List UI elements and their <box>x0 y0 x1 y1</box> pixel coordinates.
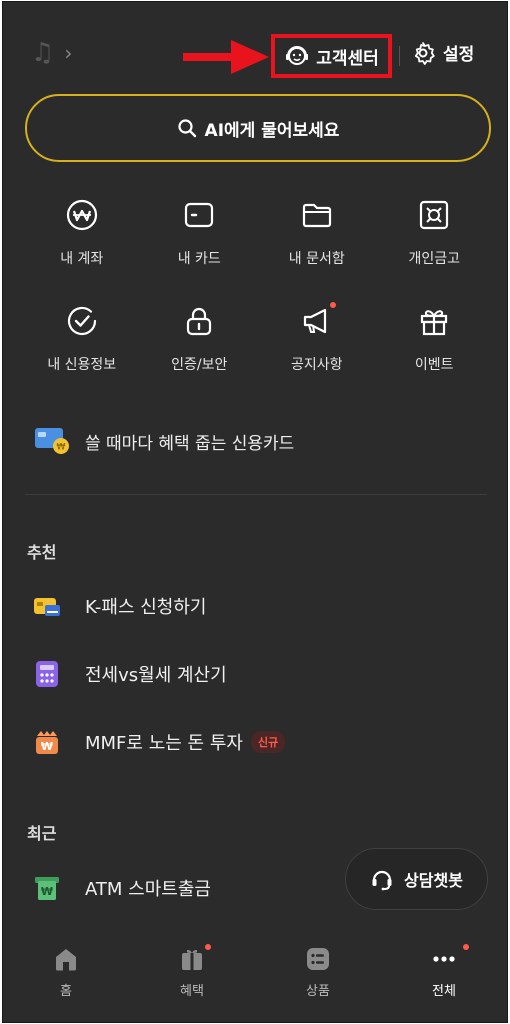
menu-label: 내 문서함 <box>288 251 345 267</box>
menu-events[interactable]: 이벤트 <box>376 304 494 410</box>
red-arrow-annotation <box>183 40 269 74</box>
nav-benefits[interactable]: 혜택 <box>129 930 255 1022</box>
search-icon <box>177 119 196 138</box>
nav-home[interactable]: 홈 <box>3 930 129 1022</box>
headset-icon <box>372 870 392 891</box>
megaphone-icon <box>303 308 326 334</box>
list-item-label: K-패스 신청하기 <box>85 597 207 618</box>
menu-credit-info[interactable]: 내 신용정보 <box>23 304 141 410</box>
nav-label: 홈 <box>60 984 72 999</box>
notification-dot <box>463 944 469 950</box>
list-item-label: ATM 스마트출금 <box>85 879 211 900</box>
gear-icon <box>414 41 435 65</box>
header-separator <box>399 46 400 66</box>
new-badge: 신규 <box>250 731 286 753</box>
menu-label: 인증/보안 <box>171 357 228 373</box>
nav-label: 혜택 <box>180 984 204 999</box>
list-item-label: 전세vs월세 계산기 <box>85 665 227 686</box>
ai-search-button[interactable]: AI에게 물어보세요 <box>25 94 491 162</box>
section-title-recommend: 추천 <box>27 543 57 562</box>
menu-grid: 내 계좌 내 카드 내 문서함 개인금고 내 신용정보 인증/보안 공지사항 이… <box>23 198 493 410</box>
promo-label: 쓸 때마다 혜택 줍는 신용카드 <box>85 433 295 454</box>
menu-label: 내 신용정보 <box>47 357 117 373</box>
nav-all[interactable]: 전체 <box>381 930 507 1022</box>
kpass-card-icon <box>34 598 60 616</box>
menu-label: 이벤트 <box>414 357 454 373</box>
settings-button[interactable]: 설정 <box>411 40 474 65</box>
notification-dot <box>330 302 336 308</box>
gift-icon <box>421 310 448 336</box>
divider <box>25 494 487 495</box>
svg-text:₩: ₩ <box>57 443 66 453</box>
customer-center-label: 고객센터 <box>316 48 379 69</box>
headset-face-icon <box>286 46 309 65</box>
nav-products[interactable]: 상품 <box>255 930 381 1022</box>
list-item-kpass[interactable]: K-패스 신청하기 <box>33 592 207 620</box>
ai-search-label: AI에게 물어보세요 <box>204 120 340 141</box>
check-circle-icon <box>67 306 96 336</box>
svg-text:₩: ₩ <box>41 740 53 753</box>
nav-label: 상품 <box>306 984 330 999</box>
safe-icon <box>420 200 449 230</box>
list-item-label: MMF로 노는 돈 투자 <box>85 733 243 754</box>
notification-dot <box>205 944 211 950</box>
credit-card-promo-icon: ₩ <box>35 428 69 454</box>
svg-text:₩: ₩ <box>41 885 53 898</box>
customer-center-button[interactable]: 고객센터 <box>271 34 392 78</box>
settings-label: 설정 <box>443 45 475 65</box>
app-screen: ♫ › 고객센터 설정 AI에게 물어보세요 내 계좌 내 카드 내 문서함 개… <box>2 1 508 1023</box>
money-gift-icon: ₩ <box>36 731 58 754</box>
menu-label: 내 카드 <box>177 251 221 267</box>
lock-icon <box>187 307 212 336</box>
home-icon <box>56 949 76 971</box>
benefit-icon <box>182 949 202 970</box>
more-icon <box>433 956 455 962</box>
header: ♫ › 고객센터 설정 <box>3 2 507 92</box>
menu-my-documents[interactable]: 내 문서함 <box>258 198 376 304</box>
profile-link[interactable]: ♫ › <box>31 40 72 66</box>
menu-my-account[interactable]: 내 계좌 <box>23 198 141 304</box>
atm-icon: ₩ <box>35 877 59 900</box>
chatbot-label: 상담챗봇 <box>404 871 463 890</box>
list-item-rent-calculator[interactable]: 전세vs월세 계산기 <box>33 660 227 688</box>
menu-label: 내 계좌 <box>60 251 104 267</box>
calculator-icon <box>36 661 58 687</box>
chatbot-button[interactable]: 상담챗봇 <box>345 848 488 910</box>
folder-icon <box>302 203 331 228</box>
nav-label: 전체 <box>432 984 456 999</box>
list-item-atm[interactable]: ₩ ATM 스마트출금 <box>33 874 211 902</box>
menu-my-card[interactable]: 내 카드 <box>141 198 259 304</box>
menu-label: 공지사항 <box>290 357 343 373</box>
products-icon <box>307 948 329 970</box>
menu-auth-security[interactable]: 인증/보안 <box>141 304 259 410</box>
section-title-recent: 최근 <box>27 824 57 843</box>
bottom-nav: 홈 혜택 상품 전체 <box>3 930 507 1022</box>
music-note-icon: ♫ <box>31 38 55 68</box>
won-circle-icon <box>66 199 97 231</box>
menu-label: 개인금고 <box>408 251 461 267</box>
chevron-right-icon: › <box>64 41 73 65</box>
list-item-mmf[interactable]: ₩ MMF로 노는 돈 투자 신규 <box>33 728 286 756</box>
menu-notices[interactable]: 공지사항 <box>258 302 376 410</box>
card-icon <box>185 202 214 228</box>
credit-card-promo[interactable]: ₩ 쓸 때마다 혜택 줍는 신용카드 <box>35 426 294 456</box>
menu-personal-safe[interactable]: 개인금고 <box>376 198 494 304</box>
